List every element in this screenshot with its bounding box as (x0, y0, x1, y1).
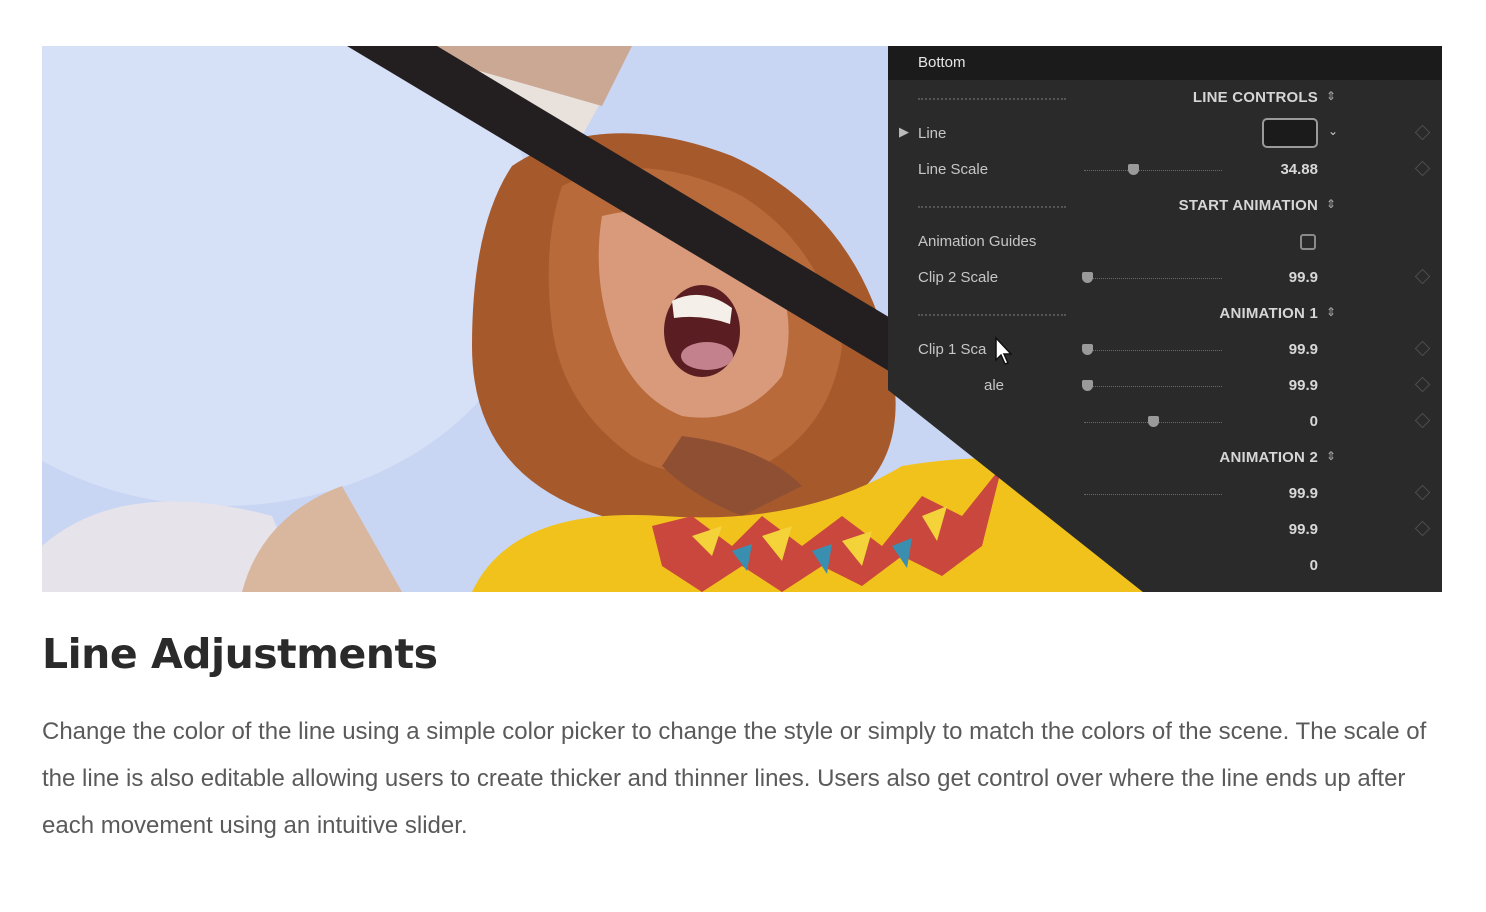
section-animation-1[interactable]: ANIMATION 1 ⇕ (888, 302, 1442, 326)
row-label: Line (918, 125, 947, 142)
row-value[interactable]: 99.9 (1289, 485, 1318, 502)
row-value[interactable]: 0 (1310, 413, 1318, 430)
slider-track[interactable] (1084, 350, 1222, 351)
description-paragraph: Change the color of the line using a sim… (42, 718, 1427, 839)
row-value[interactable]: 99.9 (1289, 521, 1318, 538)
panel-header: Bottom (888, 46, 1442, 80)
keyframe-icon[interactable] (1414, 520, 1431, 537)
row-value[interactable]: 34.88 (1280, 161, 1318, 178)
mouse-cursor-icon (995, 336, 1013, 365)
row-animation1-a: ale 99.9 (888, 374, 1442, 398)
animation-guides-checkbox[interactable] (1300, 234, 1316, 250)
section-start-animation[interactable]: START ANIMATION ⇕ (888, 194, 1442, 218)
hero-image: Bottom LINE CONTROLS ⇕ ▶ Line ⌄ Line Sca… (42, 46, 1442, 592)
row-label: Clip 2 Scale (918, 269, 999, 286)
row-label: Line Scale (918, 161, 989, 178)
slider-knob[interactable] (1148, 416, 1159, 427)
row-label: Animation Guides (918, 233, 1037, 250)
updown-icon[interactable]: ⇕ (1326, 89, 1336, 103)
section-label: ANIMATION 2 (1219, 449, 1318, 466)
chevron-down-icon[interactable]: ⌄ (1328, 124, 1338, 138)
section-line-controls[interactable]: LINE CONTROLS ⇕ (888, 86, 1442, 110)
slider-knob[interactable] (1082, 380, 1093, 391)
keyframe-icon[interactable] (1414, 124, 1431, 141)
keyframe-icon[interactable] (1414, 160, 1431, 177)
row-value[interactable]: 99.9 (1289, 377, 1318, 394)
page-title: Line Adjustments (42, 630, 438, 678)
disclosure-triangle-icon[interactable]: ▶ (899, 124, 909, 140)
slider-knob[interactable] (1082, 344, 1093, 355)
row-clip2-scale: Clip 2 Scale 99.9 (888, 266, 1442, 290)
updown-icon[interactable]: ⇕ (1326, 305, 1336, 319)
slider-track[interactable] (1084, 386, 1222, 387)
row-animation1-b: 0 (888, 410, 1442, 434)
color-swatch[interactable] (1262, 118, 1318, 148)
row-line-scale: Line Scale 34.88 (888, 158, 1442, 182)
keyframe-icon[interactable] (1414, 340, 1431, 357)
keyframe-icon[interactable] (1414, 412, 1431, 429)
row-label: Clip 1 Sca (918, 341, 987, 358)
row-value[interactable]: 99.9 (1289, 269, 1318, 286)
keyframe-icon[interactable] (1414, 484, 1431, 501)
row-animation-guides: Animation Guides (888, 230, 1442, 254)
divider-dots (918, 314, 1066, 316)
updown-icon[interactable]: ⇕ (1326, 449, 1336, 463)
keyframe-icon[interactable] (1414, 268, 1431, 285)
slider-track[interactable] (1084, 278, 1222, 279)
row-value[interactable]: 0 (1310, 557, 1318, 574)
row-line: ▶ Line ⌄ (888, 118, 1442, 148)
row-clip1-scale: Clip 1 Sca 99.9 (888, 338, 1442, 362)
keyframe-icon[interactable] (1414, 376, 1431, 393)
row-label: ale (984, 377, 1005, 394)
row-value[interactable]: 99.9 (1289, 341, 1318, 358)
section-label: ANIMATION 1 (1219, 305, 1318, 322)
section-label: LINE CONTROLS (1192, 89, 1318, 106)
section-label: START ANIMATION (1178, 197, 1318, 214)
divider-dots (918, 98, 1066, 100)
slider-knob[interactable] (1082, 272, 1093, 283)
divider-dots (918, 206, 1066, 208)
updown-icon[interactable]: ⇕ (1326, 197, 1336, 211)
slider-knob[interactable] (1128, 164, 1139, 175)
slider-track[interactable] (1084, 494, 1222, 495)
slider-track[interactable] (1084, 170, 1222, 171)
